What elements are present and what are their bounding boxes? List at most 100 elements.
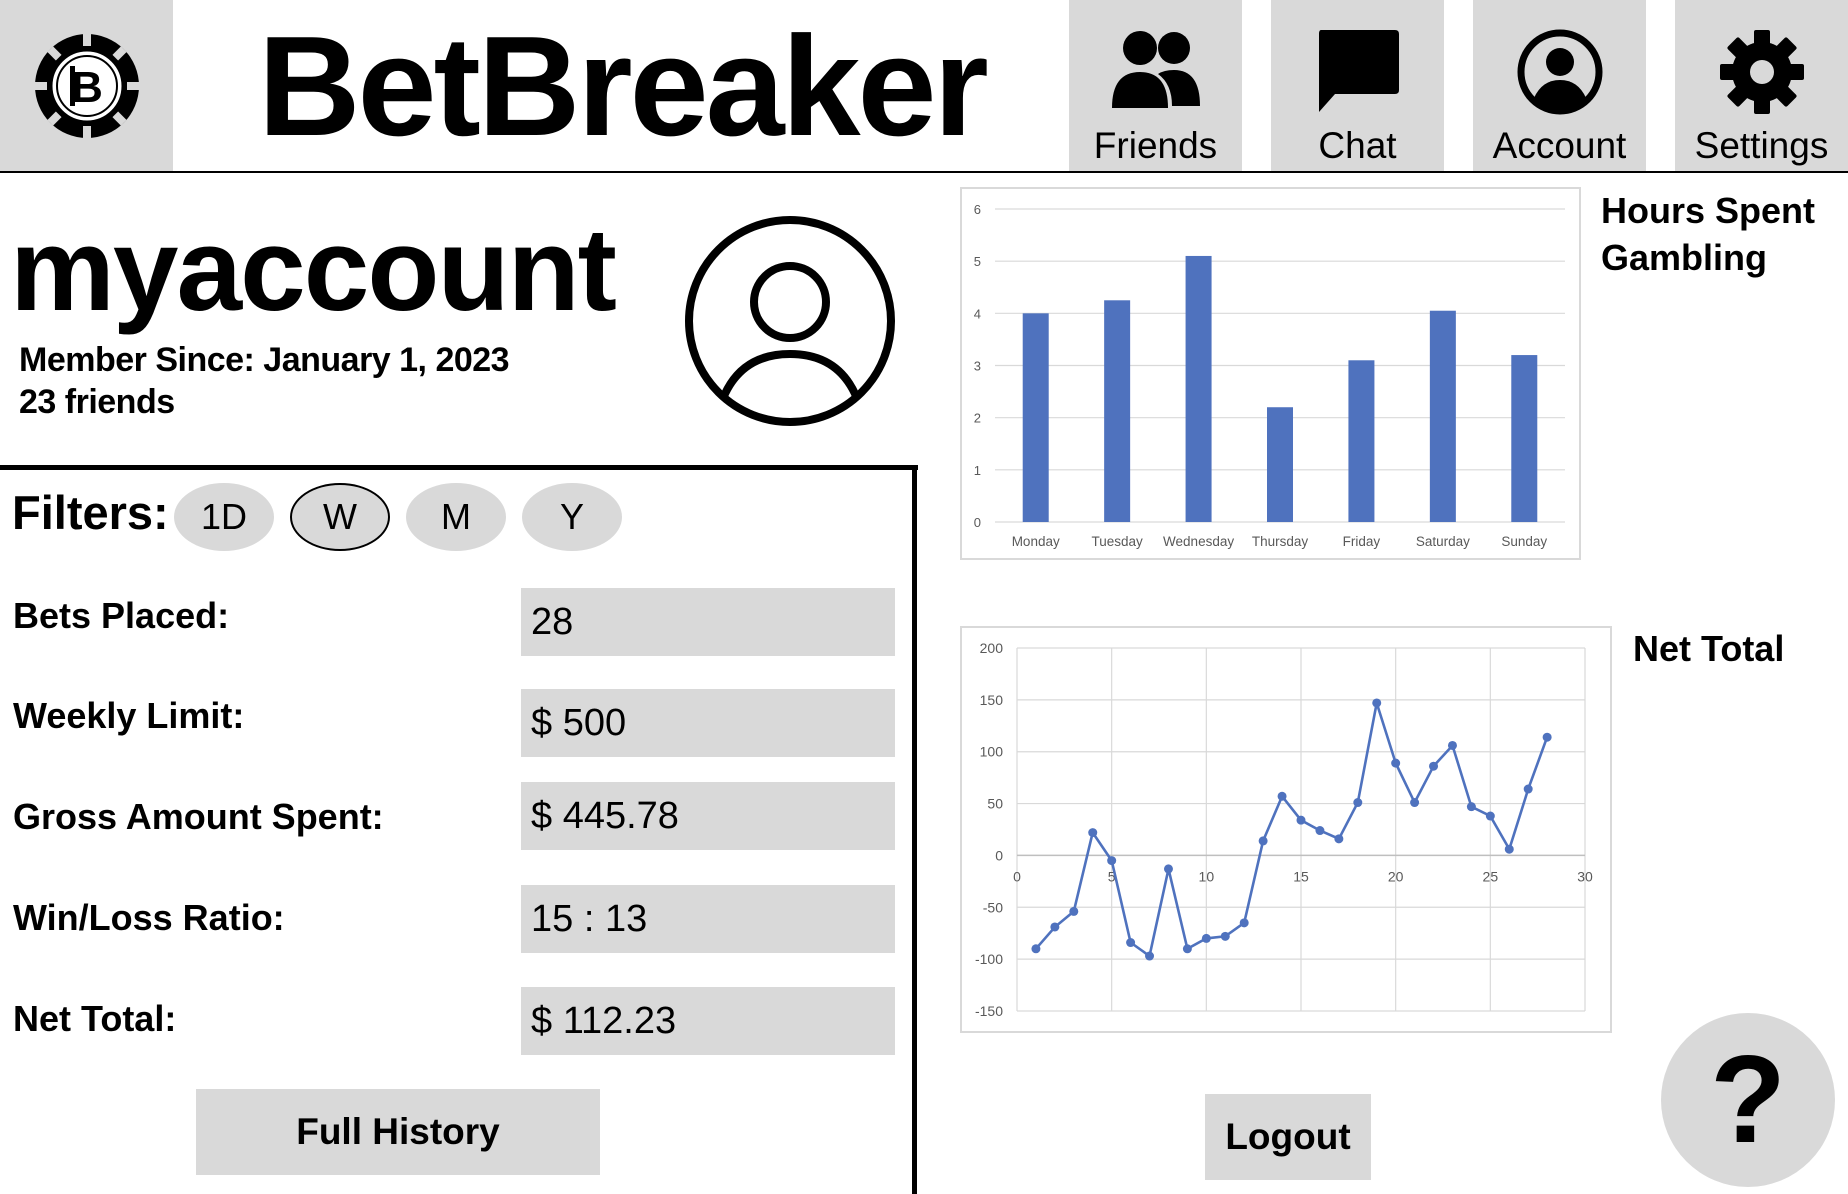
y-tick-label: 2 [974,411,981,426]
hours-bar-chart: 0 1 2 3 4 5 6 Monday Tuesday Wednesday Thursday Fri… [974,202,1565,549]
y-tick-label: 4 [974,306,981,321]
data-point [1088,828,1098,838]
y-tick-label: 50 [987,796,1003,812]
data-point [1258,836,1268,846]
y-tick-label: 200 [980,640,1004,656]
gross-spent-label: Gross Amount Spent: [13,796,384,837]
full-history-button[interactable]: Full History [196,1089,600,1175]
nav-friends-button[interactable]: Friends [1069,0,1242,171]
stats-panel-border-right [912,465,917,1194]
x-tick-label: Saturday [1416,534,1470,549]
data-point [1334,834,1344,844]
x-tick-label: 10 [1199,868,1215,884]
x-tick-label: Wednesday [1163,534,1234,549]
x-tick-label: Monday [1012,534,1060,549]
app-title: BetBreaker [258,7,989,166]
hours-chart-title: Hours Spent Gambling [1601,190,1816,278]
x-tick-label: 20 [1388,868,1404,884]
nav-account-button[interactable]: Account [1473,0,1646,171]
net-total-line-chart: 200150100500-50-100-1500 5 10 15 20 25 30 [975,640,1593,1019]
data-point [1031,944,1041,954]
bar [1348,360,1375,522]
bar [1511,355,1538,522]
friends-count: 23 friends [19,383,175,421]
y-tick-label: -100 [975,951,1003,967]
data-point [1163,864,1173,874]
bar [1267,407,1293,522]
nav-friends-label: Friends [1093,125,1218,166]
x-tick-label: Sunday [1501,534,1547,549]
data-point [1107,856,1117,866]
y-tick-label: 5 [974,254,981,269]
net-total-label: Net Total: [13,998,177,1039]
logout-button[interactable]: Logout [1205,1094,1371,1180]
stats-panel-border-top [0,465,918,470]
y-tick-label: 0 [974,515,981,530]
y-tick-label: 0 [995,847,1003,863]
data-point [1523,784,1533,794]
friends-icon [1111,31,1200,108]
filter-month-button[interactable]: M [406,483,506,551]
weekly-limit-label: Weekly Limit: [13,695,245,736]
profile-avatar-icon[interactable] [683,214,897,428]
nav-account-label: Account [1492,125,1627,166]
help-button[interactable]: ? [1661,1013,1835,1187]
bar [1104,300,1131,522]
win-loss-label: Win/Loss Ratio: [13,897,285,938]
x-tick-label: Tuesday [1092,534,1144,549]
filter-week-button[interactable]: W [290,483,390,551]
data-point [1410,798,1420,808]
y-tick-label: -150 [975,1003,1003,1019]
data-point [1542,732,1552,742]
data-point [1315,826,1325,836]
net-total-line [1034,702,1549,959]
data-point [1466,802,1476,812]
member-since: Member Since: January 1, 2023 [19,341,510,379]
x-tick-label: 30 [1577,868,1593,884]
x-tick-label: 0 [1013,868,1021,884]
data-point [1485,811,1495,821]
app-logo[interactable]: B [0,0,173,171]
filter-year-button[interactable]: Y [522,483,622,551]
y-tick-label: 6 [974,202,981,217]
filter-1d-button[interactable]: 1D [174,483,274,551]
data-point [1277,791,1287,801]
data-point [1220,931,1230,941]
data-point [1353,798,1363,808]
data-point [1447,740,1457,750]
gross-spent-value: $ 445.78 [521,782,895,850]
net-total-value: $ 112.23 [521,987,895,1055]
win-loss-value: 15 : 13 [521,885,895,953]
y-tick-label: 150 [980,692,1004,708]
bets-placed-label: Bets Placed: [13,595,230,636]
bar [1022,313,1049,522]
nav-settings-button[interactable]: Settings [1675,0,1848,171]
nav-chat-label: Chat [1318,125,1397,166]
data-point [1050,922,1060,932]
data-point [1145,951,1155,961]
data-point [1429,761,1439,771]
x-tick-label: 15 [1293,868,1309,884]
gear-icon [1719,30,1804,114]
hours-chart-frame: 0 1 2 3 4 5 6 Monday Tuesday Wednesday Thursday Fri… [960,187,1581,560]
bar [1429,310,1456,522]
x-tick-label: Thursday [1252,534,1309,549]
x-tick-label: 25 [1483,868,1499,884]
data-point [1504,844,1514,854]
data-point [1201,933,1211,943]
x-tick-label: Friday [1343,534,1381,549]
data-point [1296,815,1306,825]
net-chart-frame: 200 150 100 50 0 -50 -100 -150 0 5 10 15 20 25 30 [960,626,1612,1033]
svg-text:B: B [71,63,103,112]
username: myaccount [10,204,617,336]
bets-placed-value: 28 [521,588,895,656]
data-point [1126,938,1136,948]
y-tick-label: 3 [974,359,981,374]
data-point [1069,906,1079,916]
y-tick-label: -50 [983,899,1003,915]
y-tick-label: 1 [974,463,981,478]
data-point [1391,758,1401,768]
nav-chat-button[interactable]: Chat [1271,0,1444,171]
y-tick-label: 100 [980,744,1004,760]
poker-chip-logo-icon: B [34,33,139,138]
